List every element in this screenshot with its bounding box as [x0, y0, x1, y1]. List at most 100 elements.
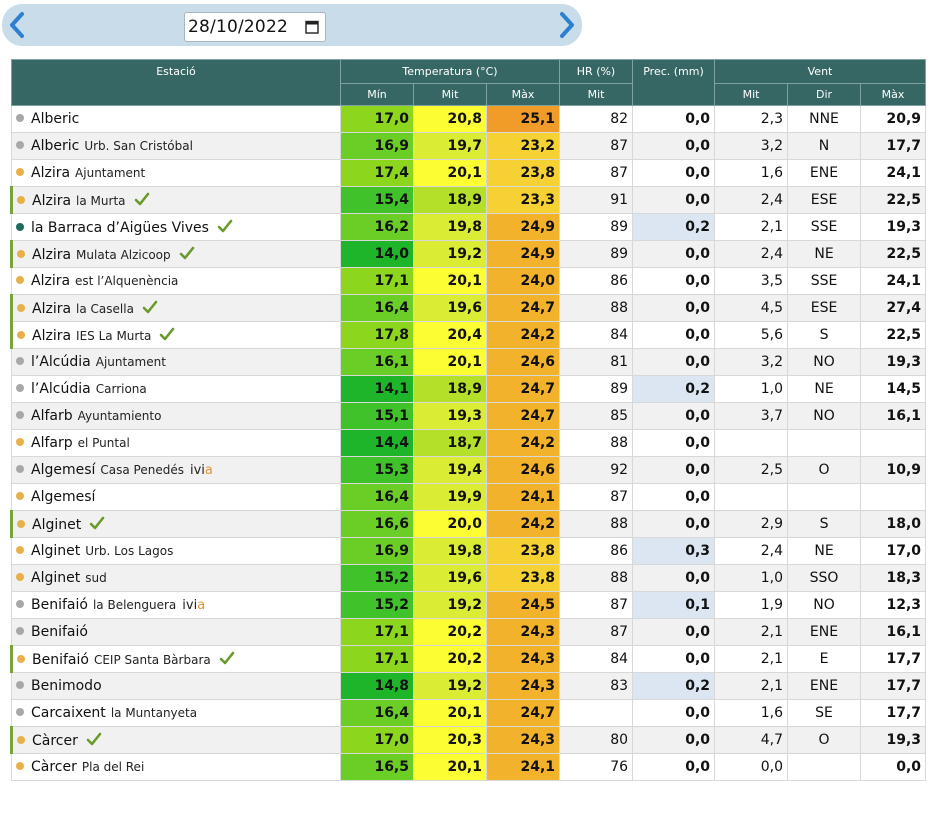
- calendar-icon[interactable]: [305, 20, 319, 34]
- station-cell[interactable]: Benifaió la Belenguera ivia: [11, 591, 341, 619]
- station-cell[interactable]: Càrcer Pla del Rei: [11, 753, 341, 781]
- station-town[interactable]: Alzira: [31, 165, 70, 181]
- table-row[interactable]: Alginet 16,6 20,0 24,2 88 0,0 2,9 S 18,0: [10, 510, 927, 538]
- header-precipitation[interactable]: Prec. (mm): [632, 59, 716, 106]
- table-row[interactable]: Càrcer Pla del Rei 16,5 20,1 24,1 76 0,0 0,0 0,0: [11, 753, 927, 781]
- table-row[interactable]: Alginet sud 15,2 19,6 23,8 88 0,0 1,0 SSO 18,3: [11, 564, 927, 592]
- station-cell[interactable]: Alginet sud: [11, 564, 341, 592]
- station-town[interactable]: Alzira: [32, 193, 71, 209]
- station-cell[interactable]: l’Alcúdia Ajuntament: [11, 348, 341, 376]
- station-town[interactable]: Alginet: [31, 543, 80, 559]
- station-town[interactable]: Càrcer: [32, 733, 78, 749]
- station-location[interactable]: Urb. San Cristóbal: [84, 139, 193, 153]
- station-town[interactable]: Benifaió: [31, 597, 88, 613]
- station-cell[interactable]: Benimodo: [11, 672, 341, 700]
- station-location[interactable]: sud: [85, 571, 106, 585]
- table-row[interactable]: Benifaió la Belenguera ivia 15,2 19,2 24,5 87 0…: [11, 591, 927, 619]
- station-location[interactable]: Ayuntamiento: [78, 409, 162, 423]
- station-cell[interactable]: Alzira IES La Murta: [10, 321, 341, 349]
- station-cell[interactable]: Alfarp el Puntal: [11, 429, 341, 457]
- station-cell[interactable]: Benifaió: [11, 618, 341, 646]
- table-row[interactable]: Algemesí Casa Penedés ivia 15,3 19,4 24,6 92 0,…: [11, 456, 927, 484]
- subheader-temp-max[interactable]: Màx: [485, 83, 561, 106]
- station-location[interactable]: la Casella: [76, 302, 134, 316]
- station-cell[interactable]: Algemesí: [11, 483, 341, 511]
- station-location[interactable]: Pla del Rei: [82, 760, 144, 774]
- table-row[interactable]: Benifaió CEIP Santa Bàrbara 17,1 20,2 24,3 84…: [10, 645, 927, 673]
- station-cell[interactable]: Benifaió CEIP Santa Bàrbara: [10, 645, 341, 673]
- station-location[interactable]: Urb. Los Lagos: [85, 544, 173, 558]
- station-cell[interactable]: la Barraca d’Aigües Vives: [11, 213, 341, 241]
- station-town[interactable]: Benimodo: [31, 678, 102, 694]
- table-row[interactable]: Benifaió 17,1 20,2 24,3 87 0,0 2,1 ENE 16,1: [11, 618, 927, 646]
- station-cell[interactable]: Alginet: [10, 510, 341, 538]
- station-town[interactable]: Alberic: [31, 138, 79, 154]
- station-cell[interactable]: Alzira Ajuntament: [11, 159, 341, 187]
- station-location[interactable]: Carriona: [96, 382, 147, 396]
- subheader-wind-direction[interactable]: Dir: [787, 83, 862, 106]
- station-town[interactable]: Carcaixent: [31, 705, 106, 721]
- station-cell[interactable]: Alfarb Ayuntamiento: [11, 402, 341, 430]
- table-row[interactable]: Alzira la Murta 15,4 18,9 23,3 91 0,0 2,4 ESE 22,…: [10, 186, 927, 214]
- table-row[interactable]: Alfarp el Puntal 14,4 18,7 24,2 88 0,0: [11, 429, 927, 457]
- subheader-wind-mean[interactable]: Mit: [714, 83, 789, 106]
- station-cell[interactable]: Alberic: [11, 105, 341, 133]
- station-location[interactable]: Casa Penedés: [100, 463, 184, 477]
- table-row[interactable]: Alberic Urb. San Cristóbal 16,9 19,7 23,2 87 0…: [11, 132, 927, 160]
- station-town[interactable]: Alginet: [31, 570, 80, 586]
- station-town[interactable]: Alzira: [31, 273, 70, 289]
- station-cell[interactable]: Algemesí Casa Penedés ivia: [11, 456, 341, 484]
- table-row[interactable]: Alzira la Casella 16,4 19,6 24,7 88 0,0 4,5 ESE 2…: [10, 294, 927, 322]
- subheader-temp-mean[interactable]: Mit: [413, 83, 487, 106]
- table-row[interactable]: Alginet Urb. Los Lagos 16,9 19,8 23,8 86 0,3 2,…: [11, 537, 927, 565]
- subheader-wind-max[interactable]: Màx: [860, 83, 927, 106]
- table-row[interactable]: Benimodo 14,8 19,2 24,3 83 0,2 2,1 ENE 17,7: [11, 672, 927, 700]
- station-location[interactable]: la Murta: [76, 194, 125, 208]
- station-location[interactable]: la Muntanyeta: [111, 706, 197, 720]
- station-cell[interactable]: Carcaixent la Muntanyeta: [11, 699, 341, 727]
- station-town[interactable]: Algemesí: [31, 462, 95, 478]
- date-input[interactable]: 28/10/2022: [184, 12, 326, 42]
- station-town[interactable]: l’Alcúdia: [31, 381, 91, 397]
- station-location[interactable]: Mulata Alzicoop: [76, 248, 171, 262]
- table-row[interactable]: Alzira est l’Alquenència 17,1 20,1 24,0 86 0,0…: [11, 267, 927, 295]
- station-cell[interactable]: l’Alcúdia Carriona: [11, 375, 341, 403]
- table-row[interactable]: Alzira IES La Murta 17,8 20,4 24,2 84 0,0 5,6 S 2…: [10, 321, 927, 349]
- station-location[interactable]: la Belenguera: [93, 598, 176, 612]
- station-cell[interactable]: Alzira la Casella: [10, 294, 341, 322]
- table-row[interactable]: Alzira Mulata Alzicoop 14,0 19,2 24,9 89 0,0 2,…: [10, 240, 927, 268]
- station-cell[interactable]: Càrcer: [10, 726, 341, 754]
- station-town[interactable]: Càrcer: [31, 759, 77, 775]
- table-row[interactable]: Alzira Ajuntament 17,4 20,1 23,8 87 0,0 1,6 ENE 2…: [11, 159, 927, 187]
- station-cell[interactable]: Alzira est l’Alquenència: [11, 267, 341, 295]
- table-row[interactable]: Algemesí 16,4 19,9 24,1 87 0,0: [11, 483, 927, 511]
- station-town[interactable]: Algemesí: [31, 489, 95, 505]
- next-day-button[interactable]: [552, 4, 582, 46]
- station-town[interactable]: Alfarb: [31, 408, 73, 424]
- station-location[interactable]: Ajuntament: [75, 166, 145, 180]
- station-location[interactable]: CEIP Santa Bàrbara: [94, 653, 211, 667]
- table-row[interactable]: l’Alcúdia Carriona 14,1 18,9 24,7 89 0,2 1,0 NE 1…: [11, 375, 927, 403]
- station-location[interactable]: Ajuntament: [96, 355, 166, 369]
- station-cell[interactable]: Alginet Urb. Los Lagos: [11, 537, 341, 565]
- subheader-temp-min[interactable]: Mín: [340, 83, 414, 106]
- station-location[interactable]: el Puntal: [78, 436, 130, 450]
- station-cell[interactable]: Alzira Mulata Alzicoop: [10, 240, 341, 268]
- header-station[interactable]: Estació: [11, 59, 341, 106]
- station-location[interactable]: IES La Murta: [76, 329, 151, 343]
- table-row[interactable]: l’Alcúdia Ajuntament 16,1 20,1 24,6 81 0,0 3,2 N…: [11, 348, 927, 376]
- station-town[interactable]: Benifaió: [31, 624, 88, 640]
- table-row[interactable]: Alberic 17,0 20,8 25,1 82 0,0 2,3 NNE 20,9: [11, 105, 927, 133]
- station-town[interactable]: Alzira: [32, 328, 71, 344]
- station-town[interactable]: Alberic: [31, 111, 79, 127]
- station-town[interactable]: Alzira: [32, 247, 71, 263]
- table-row[interactable]: Carcaixent la Muntanyeta 16,4 20,1 24,7 0,0 1,…: [11, 699, 927, 727]
- table-row[interactable]: Alfarb Ayuntamiento 15,1 19,3 24,7 85 0,0 3,7 NO…: [11, 402, 927, 430]
- station-town[interactable]: Alfarp: [31, 435, 73, 451]
- station-cell[interactable]: Alberic Urb. San Cristóbal: [11, 132, 341, 160]
- station-town[interactable]: Alginet: [32, 517, 81, 533]
- subheader-hr-mean[interactable]: Mit: [559, 83, 634, 106]
- station-town[interactable]: l’Alcúdia: [31, 354, 91, 370]
- station-cell[interactable]: Alzira la Murta: [10, 186, 341, 214]
- station-town[interactable]: la Barraca d’Aigües Vives: [31, 220, 209, 236]
